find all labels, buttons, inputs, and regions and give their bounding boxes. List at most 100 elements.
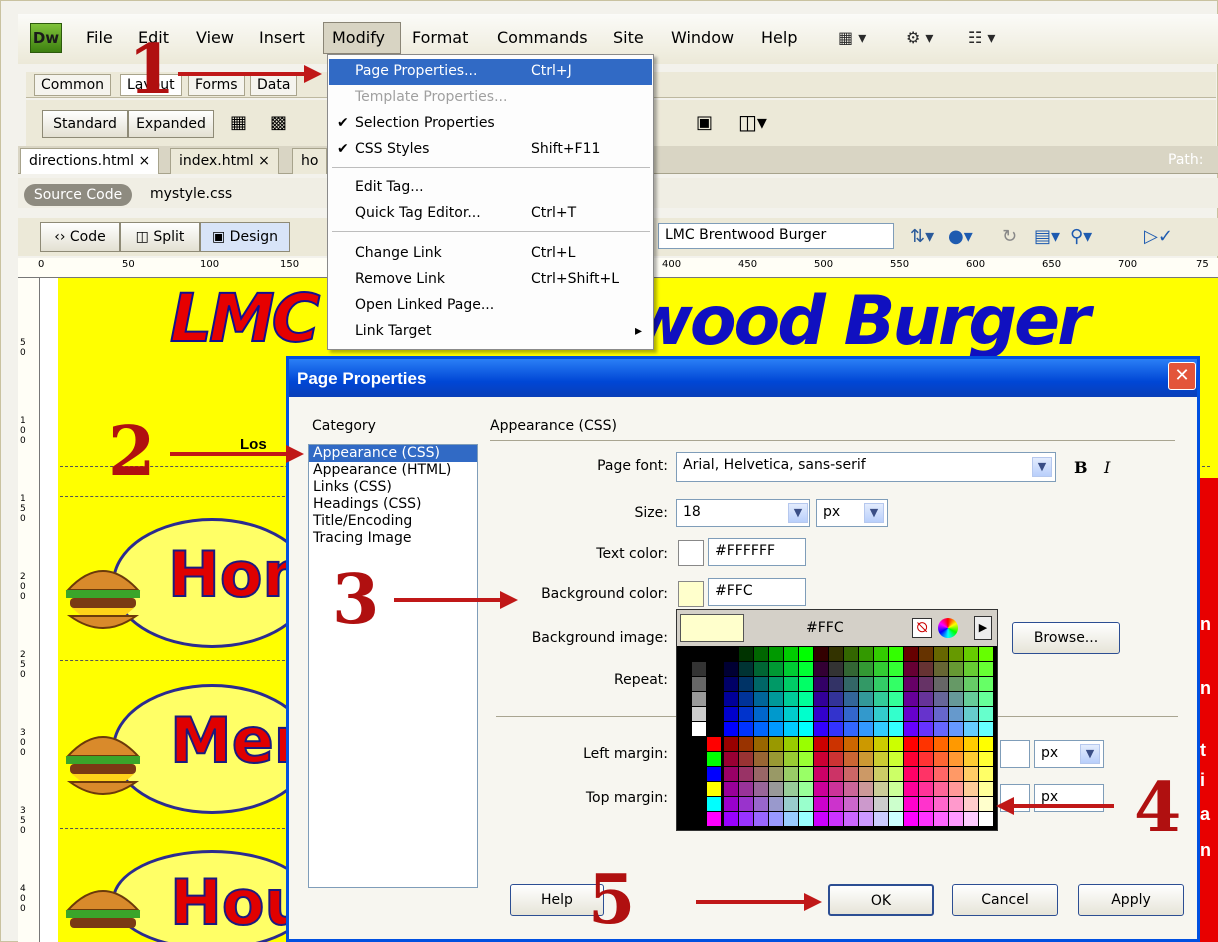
category-title-encoding[interactable]: Title/Encoding [309,513,477,530]
italic-button[interactable]: I [1104,458,1110,477]
menu-site[interactable]: Site [613,28,644,47]
design-view-button[interactable]: ▣ Design [200,222,290,252]
table-icon[interactable]: ▦ [230,112,247,133]
apply-button[interactable]: Apply [1078,884,1184,916]
standard-button[interactable]: Standard [42,110,128,138]
color-swatch [692,692,706,706]
menu-item-edit-tag[interactable]: Edit Tag... [329,175,652,201]
frames-menu-icon[interactable]: ◫▾ [738,110,767,134]
browse-button[interactable]: Browse... [1012,622,1120,654]
close-icon[interactable]: ✕ [1168,362,1196,390]
menu-file[interactable]: File [86,28,113,47]
validate-icon[interactable]: ▷✓ [1144,226,1173,247]
menu-item-label: Page Properties... [355,63,478,79]
code-view-button[interactable]: ‹› Code [40,222,120,252]
menu-item-open-linked-page[interactable]: Open Linked Page... [329,293,652,319]
content-char: t [1200,740,1206,760]
gear-icon[interactable]: ⚙ ▾ [906,28,933,47]
color-swatch [859,812,873,826]
chevron-down-icon[interactable]: ▼ [1032,457,1052,477]
color-swatch [979,782,993,796]
site-icon[interactable]: ☷ ▾ [968,28,995,47]
category-appearance-html[interactable]: Appearance (HTML) [309,462,477,479]
step-1-arrowhead [304,65,322,83]
frame-icon[interactable]: ▣ [696,112,713,133]
left-margin-input[interactable] [1000,740,1030,768]
menu-view[interactable]: View [196,28,234,47]
menu-item-css-styles[interactable]: ✔ CSS Styles Shift+F11 [329,137,652,163]
page-font-select[interactable]: Arial, Helvetica, sans-serif [676,452,1056,482]
chevron-down-icon[interactable]: ▼ [1080,744,1100,764]
menu-item-quick-tag-editor[interactable]: Quick Tag Editor... Ctrl+T [329,201,652,227]
color-swatch [904,812,918,826]
layout-icon[interactable]: ▦ ▾ [838,28,866,47]
color-swatch [904,737,918,751]
menu-item-page-properties[interactable]: Page Properties... Ctrl+J [329,59,652,85]
related-css-file[interactable]: mystyle.css [150,186,232,202]
menu-item-label: Remove Link [355,271,445,287]
category-tracing-image[interactable]: Tracing Image [309,530,477,547]
menu-help[interactable]: Help [761,28,797,47]
color-swatch [844,782,858,796]
background-color-swatch[interactable] [678,581,704,607]
color-swatch-grid[interactable] [692,647,998,829]
cancel-button[interactable]: Cancel [952,884,1058,916]
menu-item-link-target[interactable]: Link Target ▸ [329,319,652,345]
color-swatch [829,692,843,706]
no-color-icon[interactable]: ⦰ [912,618,932,638]
source-code-button[interactable]: Source Code [24,184,132,206]
color-swatch [934,647,948,661]
menu-commands[interactable]: Commands [497,28,588,47]
visual-aids-icon[interactable]: ⚲▾ [1070,226,1092,247]
menu-window[interactable]: Window [671,28,734,47]
menu-item-selection-properties[interactable]: ✔ Selection Properties [329,111,652,137]
document-title-input[interactable]: LMC Brentwood Burger [658,223,894,249]
background-color-input[interactable]: #FFC [708,578,806,606]
doc-tab-index[interactable]: index.html × [170,148,279,174]
menu-format[interactable]: Format [412,28,468,47]
picker-menu-icon[interactable]: ▶ [974,616,992,640]
color-swatch [889,707,903,721]
expanded-button[interactable]: Expanded [128,110,214,138]
view-options-icon[interactable]: ▤▾ [1034,226,1060,247]
banner-subtitle: Los [240,436,267,453]
layout-table-icon[interactable]: ▩ [270,112,287,133]
doc-tab-home[interactable]: ho [292,148,328,174]
color-swatch [739,797,753,811]
tab-forms[interactable]: Forms [188,74,245,96]
preview-globe-icon[interactable]: ●▾ [948,226,973,247]
menu-insert[interactable]: Insert [259,28,305,47]
menu-item-remove-link[interactable]: Remove Link Ctrl+Shift+L [329,267,652,293]
menu-item-change-link[interactable]: Change Link Ctrl+L [329,241,652,267]
category-list[interactable]: Appearance (CSS) Appearance (HTML) Links… [308,444,478,888]
path-label: Path: [1168,152,1204,168]
text-color-swatch[interactable] [678,540,704,566]
bold-button[interactable]: B [1074,458,1088,477]
color-swatch [769,677,783,691]
color-swatch [754,752,768,766]
color-swatch [814,662,828,676]
chevron-down-icon[interactable]: ▼ [864,503,884,523]
category-appearance-css[interactable]: Appearance (CSS) [309,445,477,462]
chevron-down-icon[interactable]: ▼ [788,503,808,523]
tab-common[interactable]: Common [34,74,112,96]
file-management-icon[interactable]: ⇅▾ [910,226,934,247]
category-headings-css[interactable]: Headings (CSS) [309,496,477,513]
menu-modify[interactable]: Modify [332,28,385,47]
color-swatch [784,752,798,766]
ok-button[interactable]: OK [828,884,934,916]
color-swatch [814,677,828,691]
color-swatch [949,662,963,676]
banner-lmc: LMC [169,279,321,358]
refresh-icon[interactable]: ↻ [1002,226,1017,247]
split-view-button[interactable]: ◫ Split [120,222,200,252]
color-swatch [859,752,873,766]
doc-tab-directions[interactable]: directions.html × [20,148,160,174]
text-color-input[interactable]: #FFFFFF [708,538,806,566]
tab-data[interactable]: Data [250,74,298,96]
category-heading: Category [312,418,376,434]
system-color-icon[interactable] [938,618,958,638]
banner-burger: wood Burger [630,282,1091,361]
category-links-css[interactable]: Links (CSS) [309,479,477,496]
color-picker-value: #FFC [806,620,844,636]
